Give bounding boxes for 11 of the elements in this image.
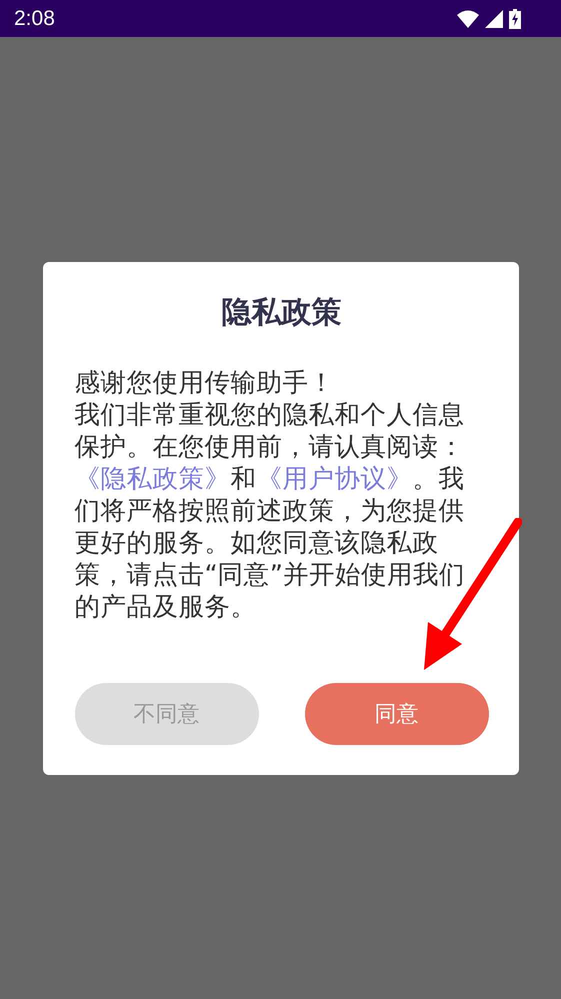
wifi-icon: [457, 10, 479, 28]
battery-charging-icon: [509, 8, 521, 28]
greeting-text: 感谢您使用传输助手！: [74, 366, 336, 398]
policy-link[interactable]: 《隐私政策》: [74, 464, 230, 494]
signal-icon: [485, 10, 503, 28]
disagree-button[interactable]: 不同意: [74, 682, 258, 744]
agree-button[interactable]: 同意: [304, 682, 488, 744]
status-time: 2:08: [14, 6, 55, 30]
policy-link[interactable]: 《用户协议》: [256, 464, 412, 494]
dialog-title: 隐私政策: [222, 294, 342, 332]
policy-paragraph: 我们非常重视您的隐私和个人信息保护。在您使用前，请认真阅读： 《隐私政策》和《用户协议》。我们将严格按照前述政策，为您提供更好的服务。如您同意该隐私政策，请点击“同意”并开始使用我们的产品及服务。: [74, 398, 466, 622]
